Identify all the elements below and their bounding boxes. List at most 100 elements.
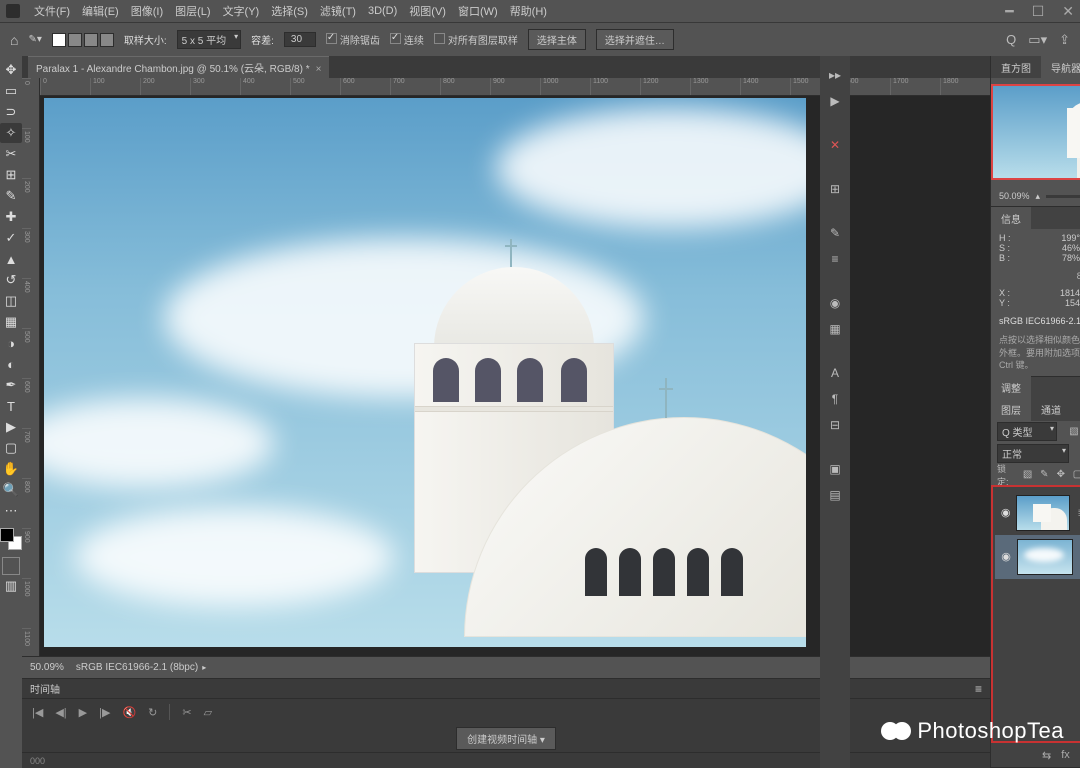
sample-size-select[interactable]: 5 x 5 平均 bbox=[177, 30, 241, 49]
menu-image[interactable]: 图像(I) bbox=[125, 0, 169, 22]
menu-layer[interactable]: 图层(L) bbox=[169, 0, 216, 22]
menu-3d[interactable]: 3D(D) bbox=[362, 2, 403, 20]
magic-wand-tool-icon[interactable]: ✧ bbox=[0, 123, 22, 143]
lock-artboard-icon[interactable]: ▢ bbox=[1072, 469, 1080, 481]
lasso-tool-icon[interactable]: ⊃ bbox=[0, 102, 22, 122]
new-selection-icon[interactable] bbox=[52, 33, 66, 47]
quick-mask-icon[interactable] bbox=[2, 557, 20, 575]
gradient-tool-icon[interactable]: ▦ bbox=[0, 312, 22, 332]
visibility-icon[interactable]: ◉ bbox=[999, 550, 1013, 563]
character-a-icon[interactable]: A bbox=[826, 364, 844, 382]
info-tab[interactable]: 信息 bbox=[991, 207, 1031, 230]
menu-file[interactable]: 文件(F) bbox=[28, 0, 76, 22]
minimize-icon[interactable]: ━ bbox=[1005, 3, 1013, 20]
home-icon[interactable]: ⌂ bbox=[10, 32, 18, 48]
workspace-icon[interactable]: ▭▾ bbox=[1028, 32, 1047, 48]
pen-tool-icon[interactable]: ✒ bbox=[0, 375, 22, 395]
select-and-mask-button[interactable]: 选择并遮住… bbox=[596, 29, 674, 50]
screen-mode-icon[interactable]: ▥ bbox=[0, 576, 22, 596]
lock-position-icon[interactable]: ✎ bbox=[1038, 469, 1050, 481]
search-icon[interactable]: Q bbox=[1006, 32, 1016, 48]
zoom-slider[interactable] bbox=[1046, 195, 1080, 198]
actions-icon[interactable]: ▣ bbox=[826, 460, 844, 478]
paragraph-icon[interactable]: ¶ bbox=[826, 390, 844, 408]
frame-tool-icon[interactable]: ⊞ bbox=[0, 165, 22, 185]
properties-icon[interactable]: ⊞ bbox=[826, 180, 844, 198]
mask-link-icon[interactable]: ⁞ bbox=[1074, 508, 1080, 518]
tab-close-icon[interactable]: × bbox=[316, 64, 322, 75]
play-icon[interactable]: ▶ bbox=[826, 92, 844, 110]
menu-select[interactable]: 选择(S) bbox=[265, 0, 314, 22]
brushes-icon[interactable]: ≡ bbox=[826, 250, 844, 268]
close-icon[interactable]: ✕ bbox=[1062, 3, 1074, 20]
swatches-icon[interactable]: ▦ bbox=[826, 320, 844, 338]
document-tab[interactable]: Paralax 1 - Alexandre Chambon.jpg @ 50.1… bbox=[28, 56, 329, 78]
split-icon[interactable]: ✂ bbox=[182, 706, 191, 719]
path-select-tool-icon[interactable]: ▶ bbox=[0, 417, 22, 437]
tolerance-input[interactable]: 30 bbox=[284, 32, 316, 47]
blur-tool-icon[interactable]: ◑ bbox=[0, 333, 22, 353]
timeline-menu-icon[interactable]: ≡ bbox=[975, 682, 982, 696]
layer-fx-icon[interactable]: fx bbox=[1061, 749, 1070, 761]
glyphs-icon[interactable]: ⊟ bbox=[826, 416, 844, 434]
lock-move-icon[interactable]: ✥ bbox=[1055, 469, 1067, 481]
brush-tool-icon[interactable]: ✓ bbox=[0, 228, 22, 248]
layers-tab[interactable]: 图层 bbox=[991, 398, 1031, 421]
histogram-tab[interactable]: 直方图 bbox=[991, 56, 1041, 79]
zoom-tool-icon[interactable]: 🔍 bbox=[0, 480, 22, 500]
libraries-icon[interactable]: ▤ bbox=[826, 486, 844, 504]
navigator-tab[interactable]: 导航器 bbox=[1041, 56, 1080, 79]
mute-icon[interactable]: 🔇 bbox=[122, 706, 136, 719]
select-subject-button[interactable]: 选择主体 bbox=[528, 29, 586, 50]
crop-tool-icon[interactable]: ✂ bbox=[0, 144, 22, 164]
marquee-tool-icon[interactable]: ▭ bbox=[0, 81, 22, 101]
blend-mode-select[interactable]: 正常 bbox=[997, 444, 1069, 463]
rectangle-tool-icon[interactable]: ▢ bbox=[0, 438, 22, 458]
tool-preset-icon[interactable]: ✎▾ bbox=[28, 34, 41, 45]
menu-edit[interactable]: 编辑(E) bbox=[76, 0, 125, 22]
layer-row[interactable]: ◉ ⁞ 房子 bbox=[995, 491, 1080, 535]
stamp-tool-icon[interactable]: ▲ bbox=[0, 249, 22, 269]
link-layers-icon[interactable]: ⇆ bbox=[1042, 749, 1051, 762]
brush-settings-icon[interactable]: ✎ bbox=[826, 224, 844, 242]
lock-pixels-icon[interactable]: ▧ bbox=[1022, 469, 1034, 481]
channels-tab[interactable]: 通道 bbox=[1031, 398, 1071, 421]
eyedropper-tool-icon[interactable]: ✎ bbox=[0, 186, 22, 206]
canvas-image[interactable] bbox=[44, 98, 806, 647]
contiguous-checkbox[interactable]: 连续 bbox=[390, 32, 424, 47]
all-layers-checkbox[interactable]: 对所有图层取样 bbox=[434, 32, 518, 47]
next-frame-icon[interactable]: |▶ bbox=[99, 706, 110, 719]
dodge-tool-icon[interactable]: ◐ bbox=[0, 354, 22, 374]
move-tool-icon[interactable]: ✥ bbox=[0, 60, 22, 80]
nav-zoom-value[interactable]: 50.09% bbox=[999, 191, 1030, 201]
intersect-selection-icon[interactable] bbox=[100, 33, 114, 47]
status-profile[interactable]: sRGB IEC61966-2.1 (8bpc)▸ bbox=[76, 662, 206, 673]
layer-row[interactable]: ◉ 云朵 bbox=[995, 535, 1080, 579]
visibility-icon[interactable]: ◉ bbox=[999, 506, 1012, 519]
heal-tool-icon[interactable]: ✚ bbox=[0, 207, 22, 227]
share-icon[interactable]: ⇪ bbox=[1059, 32, 1070, 48]
menu-filter[interactable]: 滤镜(T) bbox=[314, 0, 362, 22]
menu-type[interactable]: 文字(Y) bbox=[217, 0, 266, 22]
close-red-icon[interactable]: ✕ bbox=[826, 136, 844, 154]
history-icon[interactable]: ▸▸ bbox=[826, 66, 844, 84]
color-icon[interactable]: ◉ bbox=[826, 294, 844, 312]
type-tool-icon[interactable]: T bbox=[0, 396, 22, 416]
zoom-out-icon[interactable]: ▴ bbox=[1036, 191, 1041, 202]
goto-first-icon[interactable]: |◀ bbox=[32, 706, 43, 719]
status-zoom[interactable]: 50.09% bbox=[30, 662, 64, 673]
eraser-tool-icon[interactable]: ◫ bbox=[0, 291, 22, 311]
maximize-icon[interactable]: ☐ bbox=[1032, 3, 1045, 20]
loop-icon[interactable]: ↻ bbox=[148, 706, 157, 719]
menu-window[interactable]: 窗口(W) bbox=[452, 0, 504, 22]
menu-help[interactable]: 帮助(H) bbox=[504, 0, 553, 22]
transition-icon[interactable]: ▱ bbox=[204, 706, 212, 719]
history-brush-tool-icon[interactable]: ↺ bbox=[0, 270, 22, 290]
filter-pixel-icon[interactable]: ▧ bbox=[1067, 425, 1080, 439]
color-swatches[interactable] bbox=[0, 528, 22, 550]
antialias-checkbox[interactable]: 消除锯齿 bbox=[326, 32, 380, 47]
adjustments-tab[interactable]: 调整 bbox=[991, 376, 1031, 399]
prev-frame-icon[interactable]: ◀| bbox=[55, 706, 66, 719]
menu-view[interactable]: 视图(V) bbox=[403, 0, 452, 22]
subtract-selection-icon[interactable] bbox=[84, 33, 98, 47]
